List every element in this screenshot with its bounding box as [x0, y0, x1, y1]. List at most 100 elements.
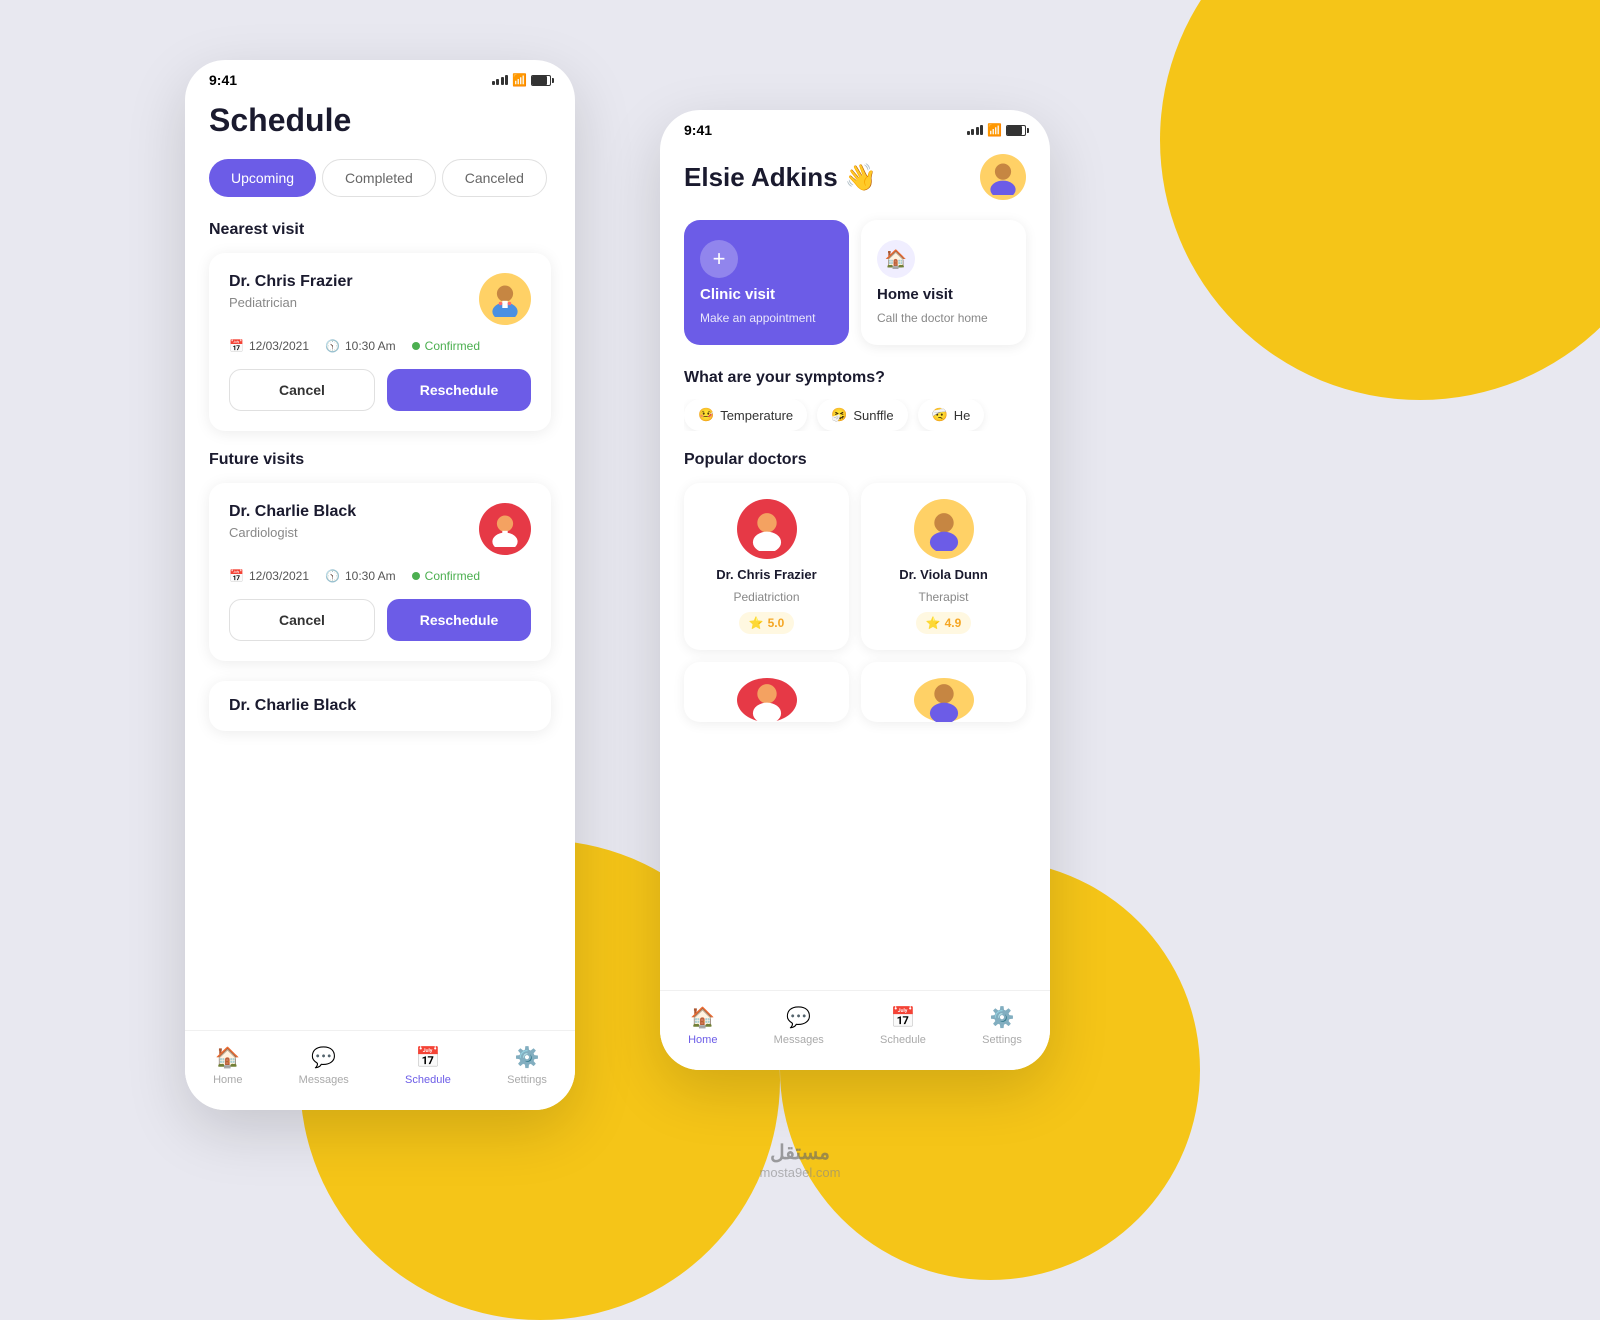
future-time-1: 🕥 10:30 Am — [325, 569, 396, 583]
nearest-visit-meta: 📅 12/03/2021 🕥 10:30 Am Confirmed — [229, 339, 531, 353]
confirmed-dot — [412, 342, 420, 350]
signal-icon — [492, 75, 509, 85]
doctor-avatar-3 — [737, 678, 797, 722]
plus-icon: + — [700, 240, 738, 278]
rating-value-1: 5.0 — [768, 616, 785, 630]
status-bar-right: 9:41 📶 — [660, 110, 1050, 144]
clock-icon: 🕥 — [325, 339, 340, 353]
temperature-label: Temperature — [720, 408, 793, 423]
star-icon-1: ⭐ — [749, 616, 764, 630]
time-right: 9:41 — [684, 122, 712, 138]
rating-value-2: 4.9 — [945, 616, 962, 630]
symptoms-section: What are your symptoms? 🤒 Temperature 🤧 … — [660, 369, 1050, 431]
status-bar-left: 9:41 📶 — [185, 60, 575, 94]
battery-icon — [531, 75, 551, 86]
confirmed-dot-2 — [412, 572, 420, 580]
doctors-grid: Dr. Chris Frazier Pediatriction ⭐ 5.0 Dr… — [684, 483, 1026, 722]
nearest-doctor-info: Dr. Chris Frazier Pediatrician — [229, 273, 353, 310]
phone-right: 9:41 📶 Elsie Adkins 👋 + — [660, 110, 1050, 1070]
doctors-title: Popular doctors — [684, 451, 1026, 469]
future-visit-card-1: Dr. Charlie Black Cardiologist 📅 12/03/2… — [209, 483, 551, 661]
temperature-emoji: 🤒 — [698, 407, 714, 423]
nav-settings-left[interactable]: ⚙️ Settings — [507, 1045, 547, 1086]
nearest-date: 📅 12/03/2021 — [229, 339, 309, 353]
nav-schedule-left[interactable]: 📅 Schedule — [405, 1045, 451, 1086]
nav-settings-label-right: Settings — [982, 1034, 1022, 1046]
nav-messages-label-right: Messages — [774, 1034, 824, 1046]
time-left: 9:41 — [209, 72, 237, 88]
wifi-icon-right: 📶 — [987, 123, 1002, 137]
battery-icon-right — [1006, 125, 1026, 136]
home-visit-card[interactable]: 🏠 Home visit Call the doctor home — [861, 220, 1026, 345]
future-doctor-name-2: Dr. Charlie Black — [229, 697, 356, 715]
nearest-reschedule-button[interactable]: Reschedule — [387, 369, 531, 411]
settings-icon-right: ⚙️ — [990, 1005, 1015, 1030]
he-emoji: 🤕 — [932, 407, 948, 423]
nav-settings-label: Settings — [507, 1074, 547, 1086]
nav-messages-left[interactable]: 💬 Messages — [299, 1045, 349, 1086]
signal-icon-right — [967, 125, 984, 135]
nav-home-label: Home — [213, 1074, 242, 1086]
doctor-card-name-1: Dr. Chris Frazier — [716, 567, 816, 582]
future-visit-card-2-partial: Dr. Charlie Black — [209, 681, 551, 731]
nav-home-label-right: Home — [688, 1034, 717, 1046]
nav-messages-right[interactable]: 💬 Messages — [774, 1005, 824, 1046]
tab-upcoming[interactable]: Upcoming — [209, 159, 316, 197]
symptom-he[interactable]: 🤕 He — [918, 399, 985, 431]
calendar-icon-2: 📅 — [229, 569, 244, 583]
tab-bar: Upcoming Completed Canceled — [185, 159, 575, 197]
action-cards: + Clinic visit Make an appointment 🏠 Hom… — [660, 220, 1050, 345]
future-status-1: Confirmed — [412, 569, 480, 583]
nav-messages-label: Messages — [299, 1074, 349, 1086]
greeting-text: Elsie Adkins 👋 — [684, 162, 877, 193]
doctor-card-specialty-2: Therapist — [918, 590, 968, 604]
home-icon: 🏠 — [215, 1045, 240, 1070]
future-card-actions-1: Cancel Reschedule — [229, 599, 531, 641]
wifi-icon: 📶 — [512, 73, 527, 87]
future-section-title: Future visits — [185, 451, 575, 469]
future-date-1: 📅 12/03/2021 — [229, 569, 309, 583]
nav-schedule-right[interactable]: 📅 Schedule — [880, 1005, 926, 1046]
home-icon-right: 🏠 — [690, 1005, 715, 1030]
symptoms-title: What are your symptoms? — [684, 369, 1026, 387]
nav-home-right[interactable]: 🏠 Home — [688, 1005, 717, 1046]
user-avatar[interactable] — [980, 154, 1026, 200]
nav-settings-right[interactable]: ⚙️ Settings — [982, 1005, 1022, 1046]
symptom-sunffle[interactable]: 🤧 Sunffle — [817, 399, 907, 431]
schedule-icon: 📅 — [416, 1045, 441, 1070]
home-visit-subtitle: Call the doctor home — [877, 311, 1010, 325]
symptom-temperature[interactable]: 🤒 Temperature — [684, 399, 807, 431]
doctor-card-3-partial[interactable] — [684, 662, 849, 722]
future-cancel-button-1[interactable]: Cancel — [229, 599, 375, 641]
nearest-doctor-specialty: Pediatrician — [229, 295, 353, 310]
status-icons-left: 📶 — [492, 73, 551, 87]
tab-completed[interactable]: Completed — [322, 159, 436, 197]
clinic-visit-subtitle: Make an appointment — [700, 311, 833, 325]
status-icons-right: 📶 — [967, 123, 1026, 137]
future-doctor-name-1: Dr. Charlie Black — [229, 503, 356, 521]
doctor-card-2[interactable]: Dr. Viola Dunn Therapist ⭐ 4.9 — [861, 483, 1026, 650]
symptoms-chips: 🤒 Temperature 🤧 Sunffle 🤕 He — [684, 399, 1026, 431]
doctor-avatar-1 — [737, 499, 797, 559]
clinic-visit-card[interactable]: + Clinic visit Make an appointment — [684, 220, 849, 345]
doctor-avatar-2 — [914, 499, 974, 559]
nav-schedule-label-right: Schedule — [880, 1034, 926, 1046]
greeting-row: Elsie Adkins 👋 — [660, 144, 1050, 220]
nearest-cancel-button[interactable]: Cancel — [229, 369, 375, 411]
doctor-card-1[interactable]: Dr. Chris Frazier Pediatriction ⭐ 5.0 — [684, 483, 849, 650]
nearest-card-actions: Cancel Reschedule — [229, 369, 531, 411]
star-icon-2: ⭐ — [926, 616, 941, 630]
doctor-card-4-partial[interactable] — [861, 662, 1026, 722]
tab-canceled[interactable]: Canceled — [442, 159, 547, 197]
nearest-doctor-name: Dr. Chris Frazier — [229, 273, 353, 291]
bg-decoration-top — [1160, 0, 1600, 400]
watermark-url: mosta9el.com — [760, 1165, 841, 1180]
page-title: Schedule — [185, 102, 575, 139]
nav-home-left[interactable]: 🏠 Home — [213, 1045, 242, 1086]
home-visit-icon: 🏠 — [877, 240, 915, 278]
bottom-nav-left: 🏠 Home 💬 Messages 📅 Schedule ⚙️ Settings — [185, 1030, 575, 1110]
rating-badge-1: ⭐ 5.0 — [739, 612, 795, 634]
future-doctor-avatar-1 — [479, 503, 531, 555]
future-reschedule-button-1[interactable]: Reschedule — [387, 599, 531, 641]
clinic-visit-title: Clinic visit — [700, 286, 833, 303]
